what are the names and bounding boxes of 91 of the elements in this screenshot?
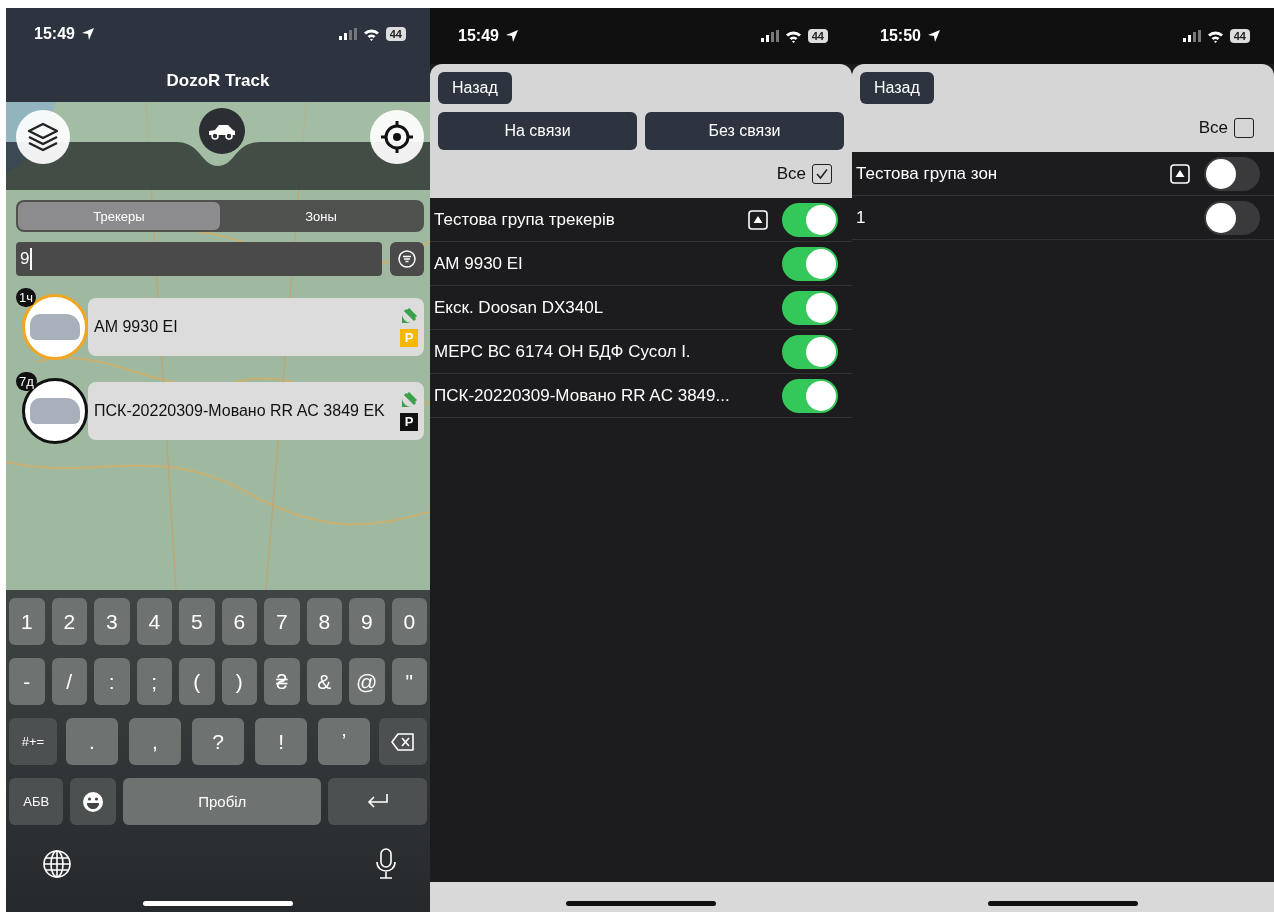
signal-icon	[338, 28, 357, 40]
keyboard-key[interactable]: :	[94, 658, 130, 705]
app-title: DozoR Track	[166, 71, 270, 91]
select-all-checkbox[interactable]	[1234, 118, 1254, 138]
filter-button[interactable]: На связи	[438, 112, 637, 150]
keyboard-key[interactable]: ;	[136, 658, 172, 705]
keyboard-key[interactable]: (	[179, 658, 215, 705]
back-button[interactable]: Назад	[438, 72, 512, 104]
keyboard-key[interactable]: .	[65, 718, 118, 765]
photo-placeholder	[30, 314, 80, 340]
status-time: 15:49	[34, 25, 75, 43]
keyboard-key[interactable]: /	[51, 658, 87, 705]
visibility-toggle[interactable]	[782, 246, 838, 281]
list-item-name: Тестова група трекерів	[434, 209, 616, 230]
list-item-name: AM 9930 EI	[434, 253, 524, 274]
filter-icon	[398, 250, 416, 268]
visibility-toggle[interactable]	[782, 202, 838, 237]
backspace-icon	[391, 732, 416, 751]
emoji-key[interactable]	[70, 778, 117, 825]
keyboard-key[interactable]: ₴	[264, 658, 300, 705]
keyboard-key[interactable]: 2	[51, 598, 87, 645]
location-arrow-icon	[926, 29, 941, 43]
tracker-card[interactable]: ПСК-20220309-Мовано RR AC 3849 EK P	[88, 382, 424, 440]
list-item-name: Екск. Doosan DX340L	[434, 297, 605, 318]
keyboard-key[interactable]: ʼ	[318, 718, 371, 765]
battery-indicator: 44	[385, 27, 406, 41]
keyboard-key[interactable]: 0	[391, 598, 427, 645]
visibility-toggle[interactable]	[1204, 200, 1260, 235]
visibility-toggle[interactable]	[782, 378, 838, 413]
microphone-icon[interactable]	[375, 848, 397, 880]
filter-button[interactable]	[390, 242, 424, 276]
visibility-toggle[interactable]	[1204, 156, 1260, 191]
location-arrow-icon	[504, 29, 519, 43]
tracker-card[interactable]: AM 9930 EI P	[88, 298, 424, 356]
back-button[interactable]: Назад	[860, 72, 934, 104]
keyboard-key[interactable]: &	[306, 658, 342, 705]
filter-button[interactable]: Без связи	[645, 112, 844, 150]
keyboard-key[interactable]: "	[391, 658, 427, 705]
select-all-label: Все	[776, 164, 806, 184]
wifi-icon	[1206, 29, 1224, 43]
layers-icon	[26, 120, 60, 154]
keyboard-key[interactable]: )	[221, 658, 257, 705]
check-icon	[815, 168, 829, 180]
keyboard-key[interactable]: !	[255, 718, 308, 765]
collapse-icon[interactable]	[1170, 163, 1190, 184]
backspace-key[interactable]	[379, 718, 427, 765]
collapse-icon[interactable]	[748, 209, 768, 230]
keyboard-key[interactable]: 5	[179, 598, 215, 645]
wifi-icon	[784, 29, 802, 43]
list-item-name: 1	[856, 207, 867, 228]
keyboard-key[interactable]: ,	[128, 718, 181, 765]
signal-icon	[1182, 30, 1201, 42]
signal-icon	[760, 30, 779, 42]
select-all-checkbox[interactable]	[812, 164, 832, 184]
keyboard-key[interactable]: @	[349, 658, 385, 705]
keyboard-key[interactable]: ?	[191, 718, 245, 765]
keyboard-key[interactable]: 8	[306, 598, 342, 645]
keyboard-key[interactable]: АБВ	[9, 778, 64, 825]
photo-placeholder	[30, 398, 80, 424]
tracker-name: AM 9930 EI	[94, 317, 179, 337]
parking-badge: P	[400, 328, 418, 347]
battery-indicator: 44	[807, 29, 828, 43]
segment-tab[interactable]: Зоны	[220, 202, 422, 230]
wifi-icon	[362, 27, 380, 41]
car-icon	[207, 122, 237, 140]
keyboard-key[interactable]: 3	[94, 598, 130, 645]
keyboard-key[interactable]: 1	[9, 598, 45, 645]
location-arrow-icon	[80, 27, 95, 41]
list-item-name: ПСК-20220309-Мовано RR AC 3849...	[434, 385, 731, 406]
globe-icon[interactable]	[42, 849, 72, 879]
list-item-name: Тестова група зон	[856, 163, 999, 184]
keyboard-key[interactable]: 9	[349, 598, 385, 645]
visibility-toggle[interactable]	[782, 334, 838, 369]
keyboard-key[interactable]: 4	[136, 598, 172, 645]
space-key[interactable]: Пробіл	[123, 778, 322, 825]
keyboard-key[interactable]: -	[9, 658, 45, 705]
keyboard-key[interactable]: 6	[221, 598, 257, 645]
select-all-label: Все	[1198, 118, 1228, 138]
target-icon	[379, 119, 415, 155]
visibility-toggle[interactable]	[782, 290, 838, 325]
battery-indicator: 44	[1229, 29, 1250, 43]
tracker-name: ПСК-20220309-Мовано RR AC 3849 EK	[94, 401, 386, 421]
status-time: 15:49	[458, 27, 499, 45]
search-field[interactable]: 9	[16, 242, 382, 276]
list-item-name: МЕРС ВС 6174 ОН БДФ Сусол І.	[434, 341, 692, 362]
status-time: 15:50	[880, 27, 921, 45]
smiley-icon	[82, 790, 105, 813]
keyboard-key[interactable]: 7	[264, 598, 300, 645]
keyboard-key[interactable]: #+=	[9, 718, 57, 765]
segment-tab[interactable]: Трекеры	[18, 202, 220, 230]
parking-badge: P	[400, 412, 418, 431]
